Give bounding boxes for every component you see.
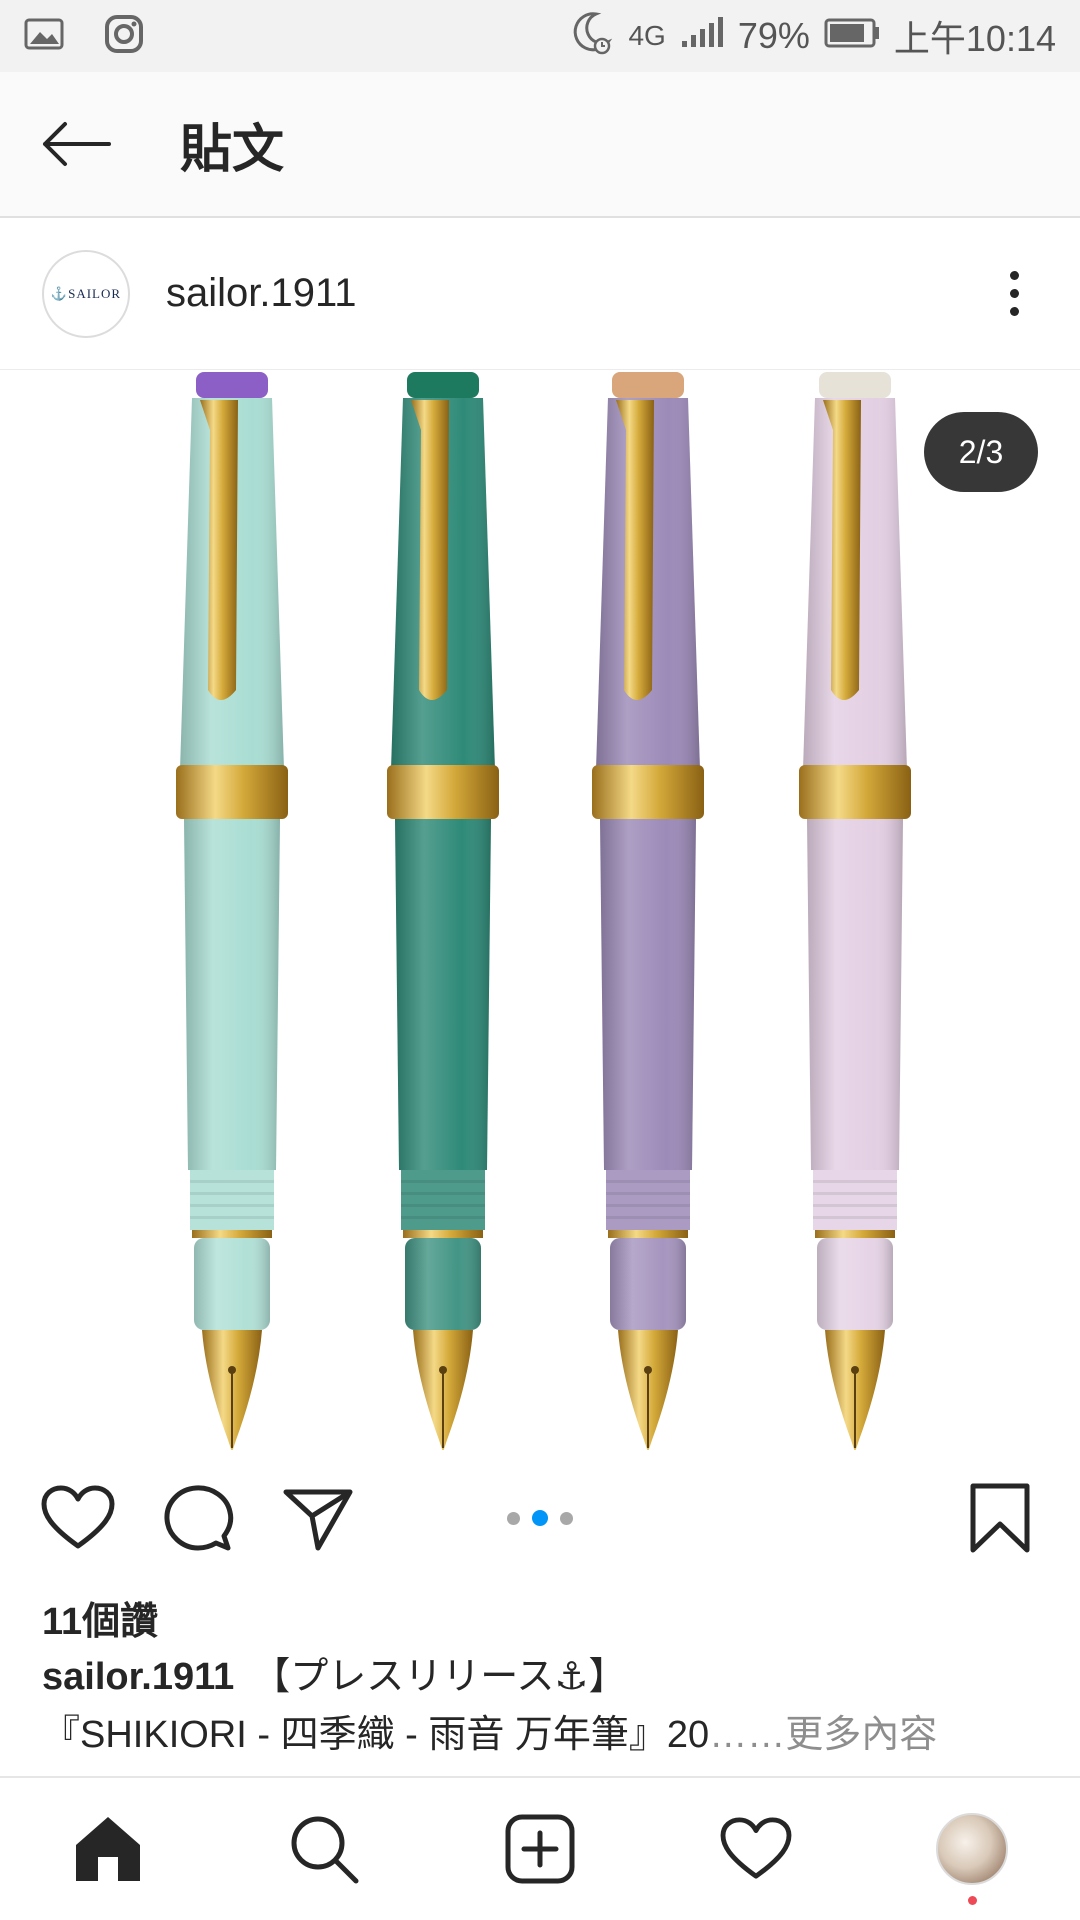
profile-avatar bbox=[936, 1813, 1008, 1885]
send-icon bbox=[283, 1489, 353, 1551]
more-dot-icon bbox=[1009, 289, 1019, 298]
carousel-dot bbox=[560, 1511, 573, 1525]
notification-dot bbox=[968, 1896, 977, 1905]
caption-username[interactable]: sailor.1911 bbox=[42, 1656, 234, 1698]
back-button[interactable] bbox=[0, 71, 150, 217]
fountain-pen bbox=[592, 372, 704, 1450]
save-button[interactable] bbox=[960, 1478, 1040, 1558]
signal-icon bbox=[680, 15, 724, 58]
heart-icon bbox=[720, 1817, 792, 1879]
caption-ellipsis: …… bbox=[709, 1714, 786, 1756]
fountain-pens-photo bbox=[176, 372, 911, 1450]
carousel-dot bbox=[532, 1510, 548, 1526]
pen-grip bbox=[190, 1170, 274, 1230]
fountain-pen bbox=[799, 372, 911, 1450]
do-not-disturb-icon bbox=[566, 8, 614, 65]
like-button[interactable] bbox=[38, 1478, 118, 1558]
pen-grip bbox=[401, 1170, 485, 1230]
post-header: ⚓SAILOR sailor.1911 bbox=[0, 218, 1080, 370]
pen-cap-top bbox=[196, 372, 268, 398]
fountain-pen bbox=[387, 372, 499, 1450]
heart-icon bbox=[41, 1485, 115, 1549]
battery-icon bbox=[824, 15, 880, 57]
pen-band bbox=[176, 765, 288, 819]
more-dot-icon bbox=[1009, 271, 1019, 280]
pen-cap-top bbox=[407, 372, 479, 398]
network-type: 4G bbox=[628, 20, 666, 51]
fountain-pen bbox=[176, 372, 288, 1450]
bottom-navigation bbox=[0, 1776, 1080, 1920]
pen-ring bbox=[815, 1230, 895, 1238]
nav-create[interactable] bbox=[480, 1789, 600, 1909]
nav-activity[interactable] bbox=[696, 1789, 816, 1909]
instagram-icon bbox=[104, 14, 144, 59]
bookmark-icon bbox=[970, 1483, 1030, 1553]
pen-cap-top bbox=[819, 372, 891, 398]
page-title: 貼文 bbox=[180, 120, 285, 179]
like-count[interactable]: 11個讚 bbox=[42, 1590, 158, 1645]
pen-band bbox=[592, 765, 704, 819]
post-caption: sailor.1911 【プレスリリース⚓】 『SHIKIORI - 四季織 - … bbox=[42, 1648, 1042, 1776]
nav-search[interactable] bbox=[264, 1789, 384, 1909]
carousel-page-badge: 2/3 bbox=[924, 412, 1038, 492]
nav-home[interactable] bbox=[48, 1789, 168, 1909]
post-username[interactable]: sailor.1911 bbox=[166, 271, 357, 316]
pen-band bbox=[387, 765, 499, 819]
comment-icon bbox=[164, 1485, 234, 1551]
clock: 上午10:14 bbox=[893, 18, 1056, 59]
pen-band bbox=[799, 765, 911, 819]
pen-grip bbox=[813, 1170, 897, 1230]
nav-profile[interactable] bbox=[912, 1789, 1032, 1909]
search-icon bbox=[291, 1816, 359, 1884]
top-app-bar: 貼文 bbox=[0, 72, 1080, 218]
battery-percent: 79% bbox=[737, 15, 810, 56]
pen-ring bbox=[403, 1230, 483, 1238]
pen-cap-top bbox=[612, 372, 684, 398]
comment-button[interactable] bbox=[158, 1478, 238, 1558]
caption-line-1: 【プレスリリース⚓】 bbox=[252, 1656, 627, 1698]
pen-ring bbox=[608, 1230, 688, 1238]
more-options-button[interactable] bbox=[994, 254, 1034, 334]
sailor-logo: ⚓SAILOR bbox=[50, 285, 122, 301]
home-icon bbox=[76, 1817, 140, 1881]
pen-ring bbox=[192, 1230, 272, 1238]
carousel-dot bbox=[507, 1511, 520, 1525]
back-arrow-icon bbox=[43, 122, 111, 166]
add-post-icon bbox=[505, 1814, 575, 1884]
pen-grip bbox=[606, 1170, 690, 1230]
status-bar: 4G 79% 上午10:14 bbox=[0, 0, 1080, 72]
more-link[interactable]: 更多內容 bbox=[785, 1714, 937, 1756]
post-image[interactable]: 2/3 bbox=[0, 370, 1080, 1450]
caption-line-2: 『SHIKIORI - 四季織 - 雨音 万年筆』20 bbox=[42, 1714, 710, 1756]
more-dot-icon bbox=[1009, 307, 1019, 316]
post-actions bbox=[0, 1450, 1080, 1586]
share-button[interactable] bbox=[278, 1478, 358, 1558]
account-avatar[interactable]: ⚓SAILOR bbox=[42, 249, 130, 338]
gallery-icon bbox=[24, 18, 64, 55]
